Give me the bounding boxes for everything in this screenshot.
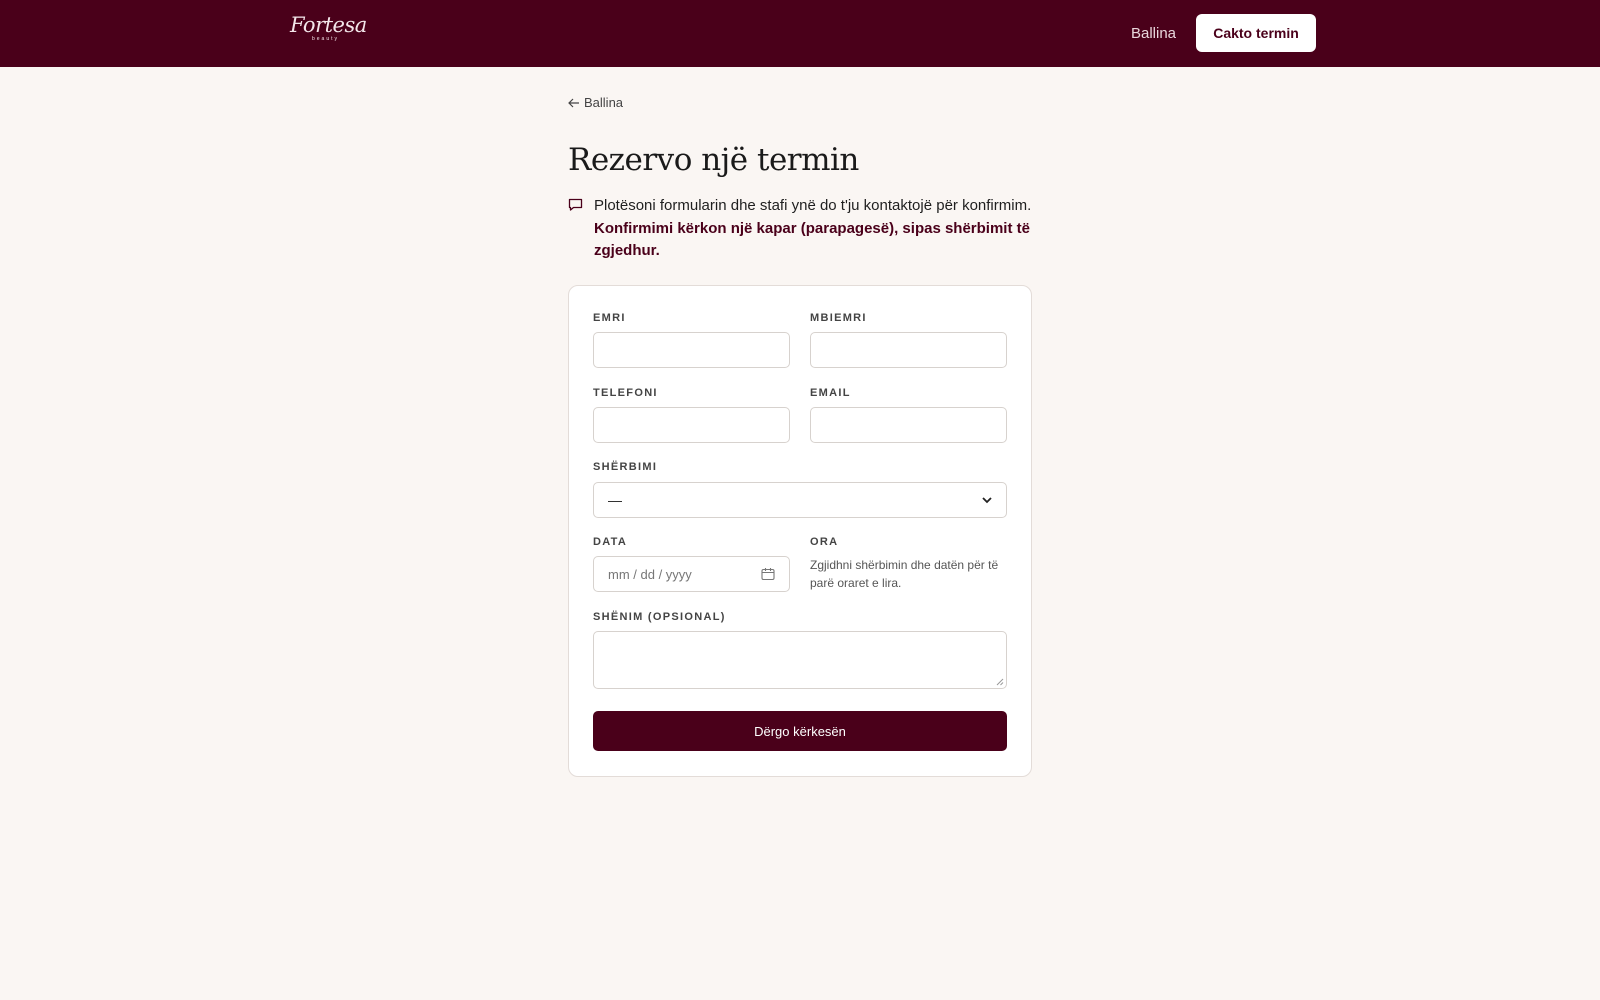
nav-link-home[interactable]: Ballina bbox=[1131, 25, 1176, 42]
booking-form: EMRI MBIEMRI TELEFONI EMAIL SHËRBIMI — D… bbox=[568, 285, 1032, 777]
time-label: ORA bbox=[810, 536, 839, 548]
arrow-left-icon bbox=[568, 98, 579, 107]
first-name-label: EMRI bbox=[593, 312, 626, 324]
logo-wordmark: Fortesa bbox=[290, 13, 367, 37]
resize-handle-icon[interactable] bbox=[996, 678, 1004, 686]
back-link[interactable]: Ballina bbox=[568, 95, 623, 110]
note-textarea[interactable] bbox=[593, 631, 1007, 689]
time-hint: Zgjidhni shërbimin dhe datën për të parë… bbox=[810, 558, 999, 590]
service-select[interactable]: — bbox=[593, 482, 1007, 518]
book-appointment-button[interactable]: Cakto termin bbox=[1196, 14, 1316, 52]
last-name-input[interactable] bbox=[810, 332, 1007, 368]
brand-logo[interactable]: Fortesa beauty bbox=[288, 12, 367, 44]
chevron-down-icon bbox=[982, 496, 992, 503]
calendar-icon[interactable] bbox=[761, 567, 775, 581]
info-emphasis: Konfirmimi kërkon një kapar (parapagesë)… bbox=[594, 219, 1030, 260]
date-placeholder: mm / dd / yyyy bbox=[608, 566, 692, 582]
phone-input[interactable] bbox=[593, 407, 790, 443]
phone-label: TELEFONI bbox=[593, 387, 658, 399]
top-navbar: Fortesa beauty Ballina Cakto termin bbox=[0, 0, 1600, 67]
service-label: SHËRBIMI bbox=[593, 461, 658, 473]
message-icon bbox=[568, 198, 583, 211]
logo-subtitle: beauty bbox=[312, 36, 340, 42]
back-link-label: Ballina bbox=[584, 95, 624, 110]
page-title: Rezervo një termin bbox=[568, 142, 859, 178]
last-name-label: MBIEMRI bbox=[810, 312, 867, 324]
note-label: SHËNIM (OPSIONAL) bbox=[593, 611, 726, 623]
service-selected-value: — bbox=[608, 492, 622, 508]
email-label: EMAIL bbox=[810, 387, 851, 399]
date-input[interactable]: mm / dd / yyyy bbox=[593, 556, 790, 592]
email-input[interactable] bbox=[810, 407, 1007, 443]
first-name-input[interactable] bbox=[593, 332, 790, 368]
info-text: Plotësoni formularin dhe stafi ynë do t'… bbox=[594, 197, 1032, 260]
date-label: DATA bbox=[593, 536, 628, 548]
submit-request-button[interactable]: Dërgo kërkesën bbox=[593, 711, 1007, 751]
